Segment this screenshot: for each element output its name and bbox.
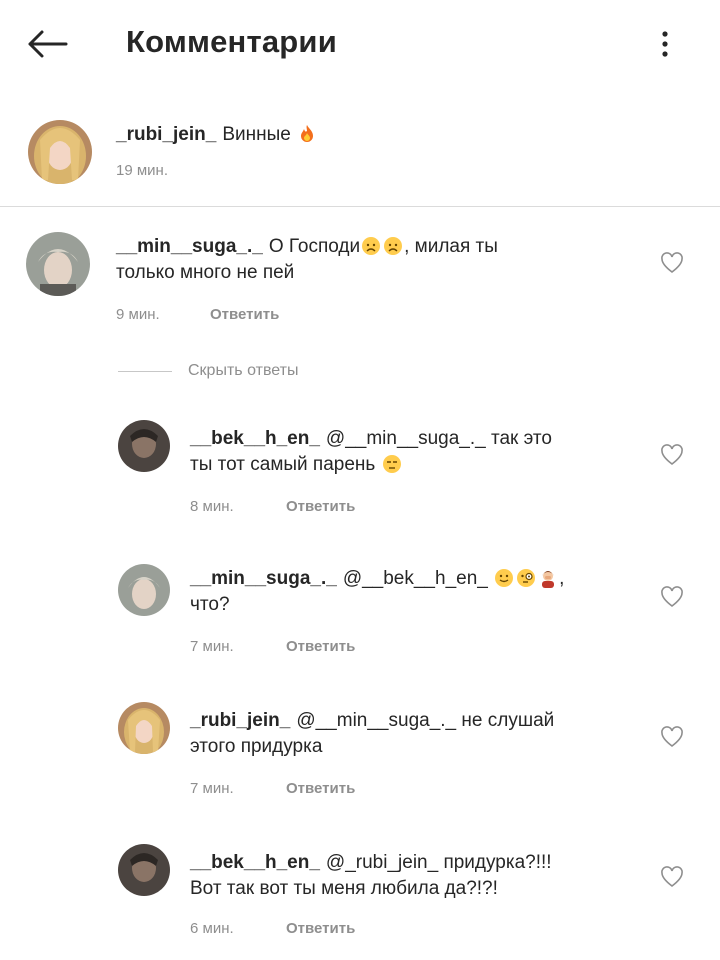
back-button[interactable]: [22, 22, 72, 66]
fire-emoji-icon: [301, 125, 314, 142]
comment-text: О Господи: [268, 236, 361, 257]
reply-mention[interactable]: @_rubi_jein_: [326, 852, 438, 873]
header: Комментарии: [0, 0, 720, 90]
reply-button[interactable]: Ответить: [286, 920, 355, 937]
unamused-face-emoji-icon: [382, 455, 401, 473]
heart-icon[interactable]: [660, 866, 684, 888]
reply-username[interactable]: __bek__h_en_: [190, 428, 320, 449]
hide-replies-divider: [118, 370, 172, 372]
worried-face-emoji-icon: [362, 237, 381, 255]
hide-replies-label: Скрыть ответы: [188, 362, 299, 379]
reply-username[interactable]: __min__suga_._: [190, 568, 337, 589]
avatar[interactable]: [118, 564, 170, 616]
reply-time: 8 мин.: [190, 498, 234, 515]
arrow-left-icon: [28, 30, 68, 58]
comments-screen: Комментарии _rubi_jein_ Винные 19 мин. _…: [0, 0, 720, 960]
slightly-smiling-face-emoji-icon: [495, 569, 514, 587]
reply-mention[interactable]: @__min__suga_._: [326, 428, 486, 449]
reply-text: придурка?!!!: [443, 852, 552, 873]
heart-icon[interactable]: [660, 726, 684, 748]
page-title: Комментарии: [126, 24, 337, 59]
avatar[interactable]: [28, 120, 92, 184]
reply-text: Вот так вот ты меня любила да?!?!: [190, 878, 498, 899]
reply-button[interactable]: Ответить: [286, 780, 355, 797]
reply-text: этого придурка: [190, 736, 323, 757]
reply-username[interactable]: __bek__h_en_: [190, 852, 320, 873]
reply-button[interactable]: Ответить: [286, 638, 355, 655]
heart-icon[interactable]: [660, 444, 684, 466]
reply-time: 6 мин.: [190, 920, 234, 937]
caption-username[interactable]: _rubi_jein_: [116, 124, 216, 145]
reply-time: 7 мин.: [190, 638, 234, 655]
reply-button[interactable]: Ответить: [286, 498, 355, 515]
caption-text: Винные: [222, 124, 291, 145]
reply-mention[interactable]: @__bek__h_en_: [343, 568, 488, 589]
reply-text: так это: [491, 428, 552, 449]
hide-replies-button[interactable]: Скрыть ответы: [118, 362, 298, 380]
caption-time: 19 мин.: [116, 162, 168, 179]
person-facepalming-emoji-icon: [542, 571, 555, 588]
post-caption: _rubi_jein_ Винные 19 мин.: [0, 110, 720, 207]
avatar[interactable]: [118, 420, 170, 472]
comment-time: 9 мин.: [116, 306, 160, 323]
reply-text: ты тот самый парень: [190, 454, 376, 475]
reply-username[interactable]: _rubi_jein_: [190, 710, 290, 731]
avatar[interactable]: [118, 844, 170, 896]
more-options-button[interactable]: [645, 22, 685, 66]
avatar[interactable]: [118, 702, 170, 754]
worried-face-emoji-icon: [384, 237, 403, 255]
reply-text: не слушай: [461, 710, 555, 731]
avatar[interactable]: [26, 232, 90, 296]
comment-text: , милая ты: [404, 236, 498, 257]
vertical-dots-icon: [662, 31, 668, 57]
heart-icon[interactable]: [660, 586, 684, 608]
comment-text: только много не пей: [116, 262, 295, 283]
face-with-monocle-emoji-icon: [517, 569, 536, 587]
reply-mention[interactable]: @__min__suga_._: [296, 710, 456, 731]
comment-username[interactable]: __min__suga_._: [116, 236, 263, 257]
reply-time: 7 мин.: [190, 780, 234, 797]
reply-text: что?: [190, 594, 230, 615]
heart-icon[interactable]: [660, 252, 684, 274]
reply-button[interactable]: Ответить: [210, 306, 279, 323]
reply-text: ,: [559, 568, 565, 589]
